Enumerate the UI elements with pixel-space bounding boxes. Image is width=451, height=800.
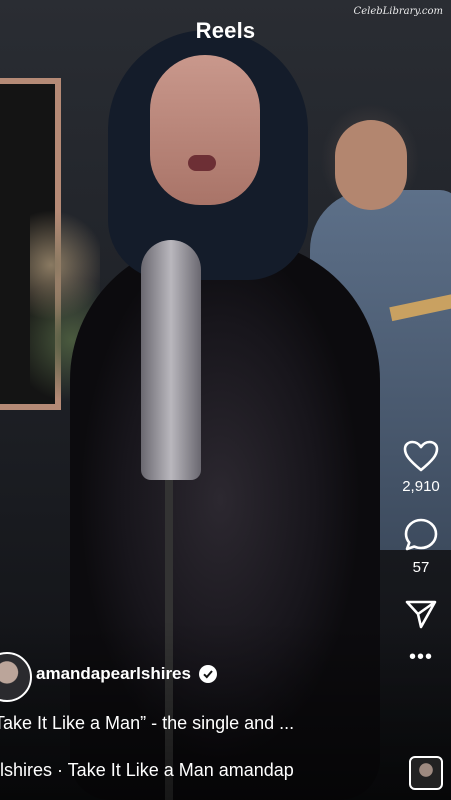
- reel-video[interactable]: Reels CelebLibrary.com 2,910 57 ••• aman…: [0, 0, 451, 800]
- share-button[interactable]: [404, 598, 438, 630]
- action-column: 2,910 57 •••: [391, 430, 451, 668]
- comment-icon: [404, 518, 438, 551]
- more-button[interactable]: •••: [408, 646, 433, 668]
- page-title: Reels: [195, 18, 256, 43]
- caption[interactable]: Take It Like a Man” - the single and ...: [0, 713, 374, 734]
- like-count: 2,910: [402, 478, 440, 495]
- comment-button[interactable]: 57: [403, 517, 439, 576]
- comment-count: 57: [412, 559, 430, 576]
- send-icon: [405, 600, 437, 629]
- watermark: CelebLibrary.com: [353, 6, 443, 17]
- heart-icon: [403, 440, 439, 472]
- singer-mouth: [188, 155, 216, 171]
- audio-thumbnail[interactable]: [409, 756, 443, 790]
- username[interactable]: amandapearlshires: [36, 664, 191, 684]
- microphone: [141, 240, 201, 480]
- singer-face: [150, 55, 260, 205]
- username-row: amandapearlshires: [36, 664, 217, 684]
- audio-track-label: lshires · Take It Like a Man amandap: [0, 760, 294, 780]
- more-icon: •••: [408, 646, 433, 668]
- audio-track[interactable]: lshires · Take It Like a Man amandap: [0, 760, 380, 781]
- guitarist-head: [335, 120, 407, 210]
- verified-badge-icon: [198, 665, 217, 683]
- like-button[interactable]: 2,910: [402, 440, 440, 495]
